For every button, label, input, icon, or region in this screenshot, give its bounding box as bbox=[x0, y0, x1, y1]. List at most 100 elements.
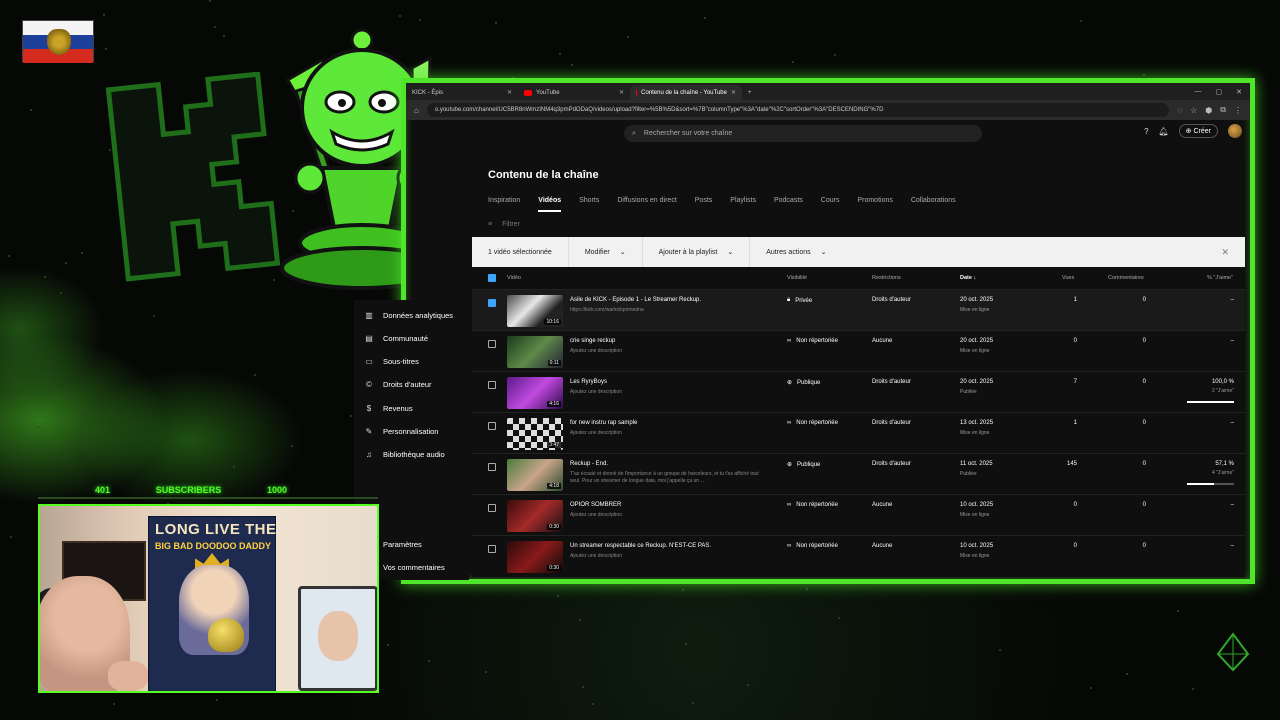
chevron-down-icon: ⌄ bbox=[727, 249, 734, 256]
eye-off-icon[interactable]: ◌ bbox=[1177, 106, 1182, 115]
comments-cell: 0 bbox=[1142, 379, 1146, 385]
sidebar-item-customization[interactable]: ✎ Personnalisation bbox=[364, 424, 439, 438]
tab-1[interactable]: Vidéos bbox=[538, 197, 562, 212]
video-title[interactable]: OPIOR SOMBRER bbox=[570, 502, 621, 508]
row-checkbox[interactable] bbox=[488, 340, 496, 348]
menu-dots-icon[interactable]: ⋮ bbox=[1234, 106, 1242, 115]
sidebar-item-community[interactable]: ▤ Communauté bbox=[364, 331, 428, 345]
address-bar: ⌂ o.youtube.com/channel/UC5BR8nWmzINM4q3… bbox=[406, 100, 1250, 120]
table-row[interactable]: 4:16 Les RyryBoys Ajoutez une description ⊕… bbox=[472, 371, 1245, 412]
star-icon[interactable]: ☆ bbox=[1190, 106, 1197, 115]
sidebar-item-analytics[interactable]: ▥ Données analytiques bbox=[364, 308, 453, 322]
visibility-cell[interactable]: ⊕ Publique bbox=[787, 379, 820, 387]
date-cell: 20 oct. 2025 bbox=[960, 338, 994, 344]
browser-tab[interactable]: KICK - Épis ✕ bbox=[406, 85, 518, 100]
video-thumbnail[interactable]: 0:11 bbox=[507, 336, 563, 368]
corner-logo-icon bbox=[1216, 632, 1250, 672]
views-cell: 1 bbox=[1073, 297, 1077, 303]
search-input[interactable]: ⌕ Rechercher sur votre chaîne bbox=[624, 125, 982, 142]
tab-9[interactable]: Collaborations bbox=[911, 197, 956, 212]
home-icon[interactable]: ⌂ bbox=[414, 106, 419, 115]
row-checkbox[interactable] bbox=[488, 504, 496, 512]
create-button[interactable]: ⊕ Créer bbox=[1178, 124, 1218, 138]
tab-6[interactable]: Podcasts bbox=[774, 197, 803, 212]
subscriber-count: 401 bbox=[95, 485, 111, 495]
col-restrictions: Restrictions bbox=[872, 275, 901, 281]
video-thumbnail[interactable]: 4:18 bbox=[507, 459, 563, 491]
likes-count: 4 "J'aime" bbox=[1211, 470, 1234, 476]
close-window-icon[interactable]: ✕ bbox=[1236, 88, 1242, 96]
bell-icon[interactable]: 🔔︎ bbox=[1159, 127, 1169, 136]
video-thumbnail[interactable]: 4:16 bbox=[507, 377, 563, 409]
table-row[interactable]: 0:30 Un streamer respectable ce Reckup. N… bbox=[472, 535, 1245, 576]
visibility-cell[interactable]: ⊕ Publique bbox=[787, 461, 820, 469]
extension-icon[interactable]: ⬢ bbox=[1205, 106, 1212, 115]
video-title[interactable]: Reckup - End. bbox=[570, 461, 608, 467]
tab-8[interactable]: Promotions bbox=[857, 197, 892, 212]
new-tab-button[interactable]: + bbox=[742, 85, 762, 100]
video-title[interactable]: for new instru rap sample bbox=[570, 420, 637, 426]
video-thumbnail[interactable]: 0:30 bbox=[507, 541, 563, 573]
video-thumbnail[interactable]: 0:30 bbox=[507, 500, 563, 532]
link-icon: ∞ bbox=[787, 543, 792, 549]
tab-0[interactable]: Inspiration bbox=[488, 197, 520, 212]
table-row[interactable]: 0:11 crie singe reckup Ajoutez une descrip… bbox=[472, 330, 1245, 371]
video-title[interactable]: Asile de KICK - Episode 1 - Le Streamer … bbox=[570, 297, 701, 303]
sidebar-item-subtitles[interactable]: ▭ Sous-titres bbox=[364, 354, 419, 368]
row-checkbox[interactable] bbox=[488, 422, 496, 430]
row-checkbox[interactable] bbox=[488, 381, 496, 389]
visibility-cell[interactable]: ∞ Non répertoriée bbox=[787, 420, 838, 426]
link-icon: ∞ bbox=[787, 502, 792, 508]
visibility-cell[interactable]: ∞ Non répertoriée bbox=[787, 338, 838, 344]
table-row[interactable]: 3:47 for new instru rap sample Ajoutez une… bbox=[472, 412, 1245, 453]
browser-tab[interactable]: YouTube ✕ bbox=[518, 85, 630, 100]
close-icon[interactable]: ✕ bbox=[1221, 247, 1245, 258]
tab-3[interactable]: Diffusions en direct bbox=[617, 197, 676, 212]
visibility-cell[interactable]: 🔒︎ Privée bbox=[787, 297, 812, 304]
comments-cell: 0 bbox=[1142, 297, 1146, 303]
more-actions-dropdown[interactable]: Autres actions ⌄ bbox=[750, 237, 842, 267]
video-thumbnail[interactable]: 10:16 bbox=[507, 295, 563, 327]
help-icon[interactable]: ? bbox=[1144, 127, 1148, 136]
url-field[interactable]: o.youtube.com/channel/UC5BR8nWmzINM4q3pm… bbox=[426, 103, 1170, 117]
video-thumbnail[interactable]: 3:47 bbox=[507, 418, 563, 450]
table-row[interactable]: 0:30 OPIOR SOMBRER Ajoutez une description… bbox=[472, 494, 1245, 535]
minimize-icon[interactable]: — bbox=[1195, 88, 1202, 96]
date-status: Mise en ligne bbox=[960, 553, 990, 559]
lock-icon: 🔒︎ bbox=[787, 297, 791, 303]
views-cell: 0 bbox=[1073, 502, 1077, 508]
row-checkbox[interactable] bbox=[488, 463, 496, 471]
maximize-icon[interactable]: ▢ bbox=[1216, 88, 1223, 96]
filter-bar[interactable]: ≡ Filtrer bbox=[488, 221, 520, 228]
avatar[interactable] bbox=[1228, 124, 1242, 138]
row-checkbox[interactable] bbox=[488, 545, 496, 553]
tab-2[interactable]: Shorts bbox=[579, 197, 599, 212]
content-tabs: Inspiration Vidéos Shorts Diffusions en dir… bbox=[488, 197, 956, 212]
table-row[interactable]: 4:18 Reckup - End. T'as écouté et donné de… bbox=[472, 453, 1245, 494]
sidebar-item-copyright[interactable]: © Droits d'auteur bbox=[364, 377, 432, 391]
browser-tab-active[interactable]: Contenu de la chaîne - YouTube ✕ bbox=[630, 85, 742, 100]
tab-5[interactable]: Playlists bbox=[730, 197, 756, 212]
row-checkbox[interactable] bbox=[488, 299, 496, 307]
video-title[interactable]: crie singe reckup bbox=[570, 338, 615, 344]
sidebar-item-audio-library[interactable]: ♫ Bibliothèque audio bbox=[364, 447, 445, 461]
col-date[interactable]: Date ↓ bbox=[960, 275, 976, 281]
date-cell: 20 oct. 2025 bbox=[960, 379, 994, 385]
likes-cell: – bbox=[1230, 502, 1234, 508]
tab-7[interactable]: Cours bbox=[821, 197, 840, 212]
table-row[interactable]: 10:16 Asile de KICK - Episode 1 - Le Stre… bbox=[472, 289, 1245, 330]
col-likes: % "J'aime" bbox=[1207, 275, 1234, 281]
video-title[interactable]: Un streamer respectable ce Reckup. N'EST… bbox=[570, 543, 711, 549]
sidebar-item-revenue[interactable]: $ Revenus bbox=[364, 401, 413, 415]
visibility-cell[interactable]: ∞ Non répertoriée bbox=[787, 502, 838, 508]
visibility-cell[interactable]: ∞ Non répertoriée bbox=[787, 543, 838, 549]
add-to-playlist-dropdown[interactable]: Ajouter à la playlist ⌄ bbox=[643, 237, 751, 267]
duration-badge: 4:18 bbox=[547, 483, 561, 489]
modify-dropdown[interactable]: Modifier ⌄ bbox=[569, 237, 643, 267]
tab-4[interactable]: Posts bbox=[695, 197, 713, 212]
views-cell: 1 bbox=[1073, 420, 1077, 426]
subscriber-progress-bar bbox=[38, 497, 378, 499]
puzzle-icon[interactable]: ⧉ bbox=[1220, 105, 1226, 115]
video-title[interactable]: Les RyryBoys bbox=[570, 379, 607, 385]
select-all-checkbox[interactable] bbox=[488, 274, 496, 282]
